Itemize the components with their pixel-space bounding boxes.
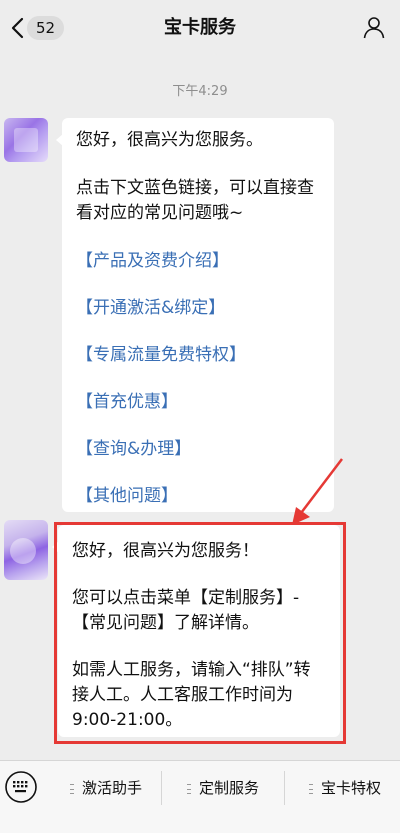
faq-link-products[interactable]: 【产品及资费介绍】 (76, 249, 320, 274)
menu-item-activation-helper[interactable]: 激活助手 (56, 773, 156, 803)
annotation-arrow-icon (292, 458, 343, 525)
bubble-intro: 点击下文蓝色链接，可以直接查看对应的常见问题哦~ (76, 178, 314, 223)
menu-icon (69, 783, 74, 794)
menu-divider (284, 771, 285, 805)
person-icon[interactable] (362, 15, 386, 39)
menu-item-card-privileges[interactable]: 宝卡特权 (292, 773, 398, 803)
bubble-menu-hint: 您可以点击菜单【定制服务】-【常见问题】了解详情。 (72, 588, 300, 633)
menu-item-label: 激活助手 (81, 779, 142, 797)
menu-item-label: 宝卡特权 (320, 779, 381, 797)
faq-link-free-data[interactable]: 【专属流量免费特权】 (76, 343, 320, 368)
chat-bubble-service-info: 您好，很高兴为您服务！ 您可以点击菜单【定制服务】-【常见问题】了解详情。 如需… (52, 525, 340, 737)
faq-link-first-topup[interactable]: 【首充优惠】 (76, 390, 320, 415)
chat-bubble-faq: 您好，很高兴为您服务。 点击下文蓝色链接，可以直接查看对应的常见问题哦~ 【产品… (56, 118, 334, 512)
bubble-human-service: 如需人工服务，请输入“排队”转接人工。人工客服工作时间为9:00-21:00。 (72, 660, 311, 730)
menu-item-label: 定制服务 (198, 779, 259, 797)
page-title: 宝卡服务 (164, 17, 236, 38)
sender-avatar[interactable] (4, 520, 48, 580)
bubble-greeting: 您好，很高兴为您服务！ (72, 541, 259, 561)
bubble-greeting: 您好，很高兴为您服务。 (76, 130, 263, 150)
menu-item-custom-service[interactable]: 定制服务 (168, 773, 278, 803)
menu-icon (308, 783, 313, 794)
top-nav-bar: 52 宝卡服务 (0, 0, 400, 56)
faq-link-activation[interactable]: 【开通激活&绑定】 (76, 296, 320, 321)
keyboard-icon[interactable] (3, 769, 39, 805)
message-timestamp: 下午4:29 (172, 84, 228, 99)
menu-divider (161, 771, 162, 805)
sender-avatar[interactable] (4, 118, 48, 162)
bottom-menu-bar: 激活助手 定制服务 宝卡特权 (0, 760, 400, 833)
menu-icon (186, 783, 191, 794)
